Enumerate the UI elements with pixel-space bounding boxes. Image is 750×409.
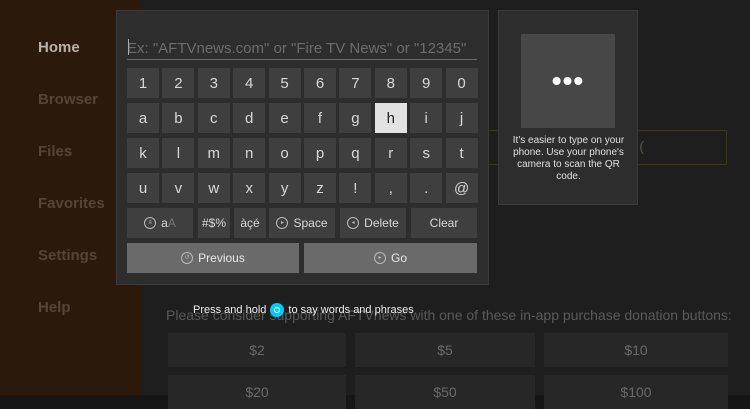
key-3-9[interactable]: s xyxy=(410,138,443,168)
key-3-8[interactable]: r xyxy=(374,138,407,168)
key-2-3[interactable]: c xyxy=(197,103,230,133)
qr-instructions: It's easier to type on your phone. Use y… xyxy=(512,135,625,182)
voice-hint: Press and hold to say words and phrases xyxy=(193,303,414,317)
key-1-9[interactable]: 9 xyxy=(410,68,443,98)
sidebar-item-settings[interactable]: Settings xyxy=(38,247,97,264)
key-3-1[interactable]: k xyxy=(127,138,159,168)
donate-button-20[interactable]: $20 xyxy=(168,375,346,409)
sidebar-item-browser[interactable]: Browser xyxy=(38,91,98,108)
key-3-4[interactable]: n xyxy=(233,138,266,168)
key-1-3[interactable]: 3 xyxy=(197,68,230,98)
key-2-6[interactable]: f xyxy=(304,103,336,133)
donate-button-50[interactable]: $50 xyxy=(355,375,535,409)
key-2-7[interactable]: g xyxy=(339,103,372,133)
key-4-6[interactable]: z xyxy=(304,173,336,203)
clear-key[interactable]: Clear xyxy=(411,208,477,238)
text-cursor xyxy=(128,39,129,55)
key-3-5[interactable]: o xyxy=(268,138,301,168)
case-toggle-key[interactable]: ≡ aA xyxy=(127,208,193,238)
delete-key[interactable]: ◂ Delete xyxy=(340,208,406,238)
rewind-icon: ◂ xyxy=(347,217,360,229)
sidebar-item-files[interactable]: Files xyxy=(38,143,72,160)
back-icon: ↺ xyxy=(181,252,194,264)
key-2-9[interactable]: i xyxy=(410,103,443,133)
key-1-5[interactable]: 5 xyxy=(268,68,301,98)
key-2-1[interactable]: a xyxy=(127,103,159,133)
previous-button[interactable]: ↺ Previous xyxy=(127,243,299,273)
play-pause-icon: ▸ xyxy=(373,252,386,264)
donate-button-2[interactable]: $2 xyxy=(168,333,346,367)
key-4-2[interactable]: v xyxy=(162,173,195,203)
sidebar-item-help[interactable]: Help xyxy=(38,299,71,316)
qr-panel: ••• It's easier to type on your phone. U… xyxy=(498,10,638,205)
key-4-1[interactable]: u xyxy=(127,173,159,203)
key-2-2[interactable]: b xyxy=(162,103,195,133)
key-3-7[interactable]: q xyxy=(339,138,372,168)
key-1-2[interactable]: 2 xyxy=(162,68,195,98)
space-key[interactable]: ▸ Space xyxy=(269,208,335,238)
key-1-6[interactable]: 6 xyxy=(304,68,336,98)
voice-hint-after: to say words and phrases xyxy=(288,304,414,316)
key-3-10[interactable]: t xyxy=(445,138,478,168)
key-4-10[interactable]: @ xyxy=(445,173,478,203)
key-1-7[interactable]: 7 xyxy=(339,68,372,98)
accents-key[interactable]: àçé xyxy=(234,208,266,238)
key-4-7[interactable]: ! xyxy=(339,173,372,203)
key-3-2[interactable]: l xyxy=(162,138,195,168)
background-box-text: ( xyxy=(639,138,644,154)
key-2-4[interactable]: d xyxy=(233,103,266,133)
key-4-5[interactable]: y xyxy=(268,173,301,203)
qr-code-placeholder: ••• xyxy=(521,34,615,128)
key-3-3[interactable]: m xyxy=(197,138,230,168)
alexa-icon xyxy=(270,303,285,317)
donate-button-100[interactable]: $100 xyxy=(544,375,728,409)
voice-hint-before: Press and hold xyxy=(193,304,267,316)
go-button[interactable]: ▸ Go xyxy=(304,243,477,273)
key-4-3[interactable]: w xyxy=(197,173,230,203)
sidebar-item-home[interactable]: Home xyxy=(38,39,80,56)
symbols-key[interactable]: #$% xyxy=(198,208,230,238)
sidebar-item-favorites[interactable]: Favorites xyxy=(38,195,105,212)
key-3-6[interactable]: p xyxy=(304,138,336,168)
play-pause-icon: ▸ xyxy=(276,217,289,229)
donate-button-5[interactable]: $5 xyxy=(355,333,535,367)
key-2-10[interactable]: j xyxy=(445,103,478,133)
key-2-5[interactable]: e xyxy=(268,103,301,133)
key-1-8[interactable]: 8 xyxy=(374,68,407,98)
keyboard-panel: 1234567890 abcdefghij klmnopqrst uvwxyz!,.@… xyxy=(116,10,489,285)
key-4-8[interactable]: , xyxy=(374,173,407,203)
key-1-10[interactable]: 0 xyxy=(445,68,478,98)
donate-button-10[interactable]: $10 xyxy=(544,333,728,367)
key-4-4[interactable]: x xyxy=(233,173,266,203)
key-1-4[interactable]: 4 xyxy=(233,68,266,98)
key-2-8[interactable]: h xyxy=(374,103,407,133)
options-icon: ≡ xyxy=(144,217,157,229)
search-input[interactable] xyxy=(127,37,477,60)
key-1-1[interactable]: 1 xyxy=(127,68,159,98)
key-4-9[interactable]: . xyxy=(410,173,443,203)
